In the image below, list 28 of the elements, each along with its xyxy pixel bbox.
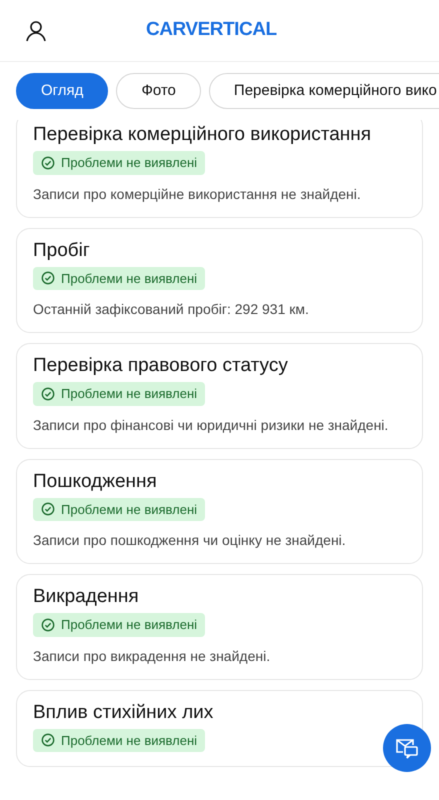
check-circle-icon xyxy=(41,502,55,516)
check-circle-icon xyxy=(41,386,55,401)
card-title: Викрадення xyxy=(33,585,139,609)
check-circle-icon xyxy=(41,733,55,748)
status-label: Проблеми не виявлені xyxy=(61,616,198,634)
check-circle-icon xyxy=(41,618,55,632)
status-label: Проблеми не виявлені xyxy=(61,154,198,172)
card-text: Записи про фінансові чи юридичні ризики не знайдені. xyxy=(33,416,388,434)
status-label: Проблеми не виявлені xyxy=(61,385,198,403)
status-label: Проблеми не виявлені xyxy=(61,270,198,288)
card-text: Останній зафіксований пробіг: 292 931 км. xyxy=(33,300,309,318)
card-title: Перевірка комерційного використання xyxy=(33,123,372,147)
status-label: Проблеми не виявлені xyxy=(61,500,198,519)
tab[interactable]: Фото xyxy=(116,73,201,109)
logo[interactable]: CARVERTICAL xyxy=(146,16,277,45)
tab[interactable]: Перевірка комерційного вико xyxy=(208,73,439,109)
check-circle-icon xyxy=(41,156,55,170)
tab[interactable]: Огляд xyxy=(16,73,108,109)
card-text: Записи про викрадення не знайдені. xyxy=(33,646,270,664)
card-title: Пробіг xyxy=(33,238,90,262)
check-circle-icon xyxy=(41,271,55,286)
card-title: Пошкодження xyxy=(33,470,157,494)
card-title: Вплив стихійних лих xyxy=(33,700,214,724)
card-text: Записи про пошкодження чи оцінку не знайдені. xyxy=(33,531,346,549)
card-title: Перевірка правового статусу xyxy=(33,354,288,378)
status-label: Проблеми не виявлені xyxy=(61,732,198,750)
user-icon[interactable] xyxy=(24,18,48,42)
card-text: Записи про комерційне використання не знайдені. xyxy=(33,184,361,202)
